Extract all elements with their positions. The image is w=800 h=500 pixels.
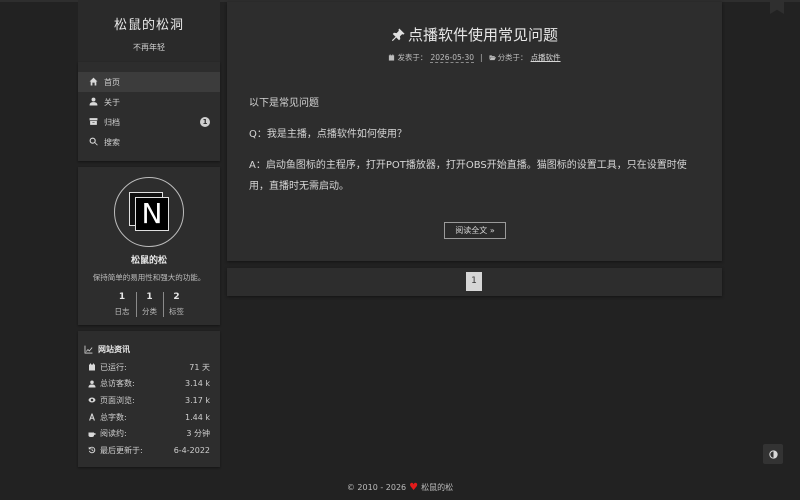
read-more-button[interactable]: 阅读全文 » bbox=[444, 222, 506, 239]
user-icon bbox=[88, 380, 96, 388]
site-info-panel: 网站资讯 已运行: 71 天 总访客数: 3.14 k 页面浏览: 3.17 k… bbox=[78, 331, 220, 467]
info-value: 3.14 k bbox=[185, 379, 210, 389]
pagination: 1 bbox=[227, 268, 722, 296]
info-row-pageviews: 页面浏览: 3.17 k bbox=[84, 392, 210, 409]
sidebar: 松鼠的松洞 不再年轻 首页 关于 归档 1 搜索 N 松鼠的松 保持简单的易用性… bbox=[78, 0, 220, 467]
info-label: 已运行: bbox=[100, 362, 127, 372]
footer-author: 松鼠的松 bbox=[421, 483, 454, 492]
info-value: 71 天 bbox=[189, 362, 210, 372]
heart-icon: ♥ bbox=[409, 482, 419, 493]
site-subtitle: 不再年轻 bbox=[133, 43, 165, 52]
info-label: 页面浏览: bbox=[100, 395, 135, 405]
coffee-icon bbox=[88, 432, 96, 437]
archive-icon bbox=[89, 117, 99, 127]
info-value: 3 分钟 bbox=[186, 429, 210, 439]
search-icon bbox=[89, 137, 99, 147]
home-icon bbox=[89, 77, 99, 87]
menu-item-label: 归档 bbox=[104, 117, 120, 127]
calendar-icon bbox=[389, 54, 395, 61]
post-paragraph: A：启动鱼图标的主程序，打开POT播放器，打开OBS开始直播。猫图标的设置工具，… bbox=[249, 160, 687, 192]
stat-label: 分类 bbox=[142, 307, 157, 316]
post-title[interactable]: 点播软件使用常见问题 bbox=[408, 24, 558, 45]
info-label: 最后更新于: bbox=[100, 445, 143, 455]
post-paragraph: Q：我是主播，点播软件如何使用？ bbox=[249, 129, 407, 140]
post-excerpt: 以下是常见问题 Q：我是主播，点播软件如何使用？ A：启动鱼图标的主程序，打开P… bbox=[227, 93, 722, 197]
menu-item-label: 搜索 bbox=[104, 137, 120, 147]
site-brand: 松鼠的松洞 不再年轻 bbox=[78, 0, 220, 62]
stat-count: 1 bbox=[118, 292, 126, 302]
site-info-title-text: 网站资讯 bbox=[98, 345, 130, 354]
main-menu: 首页 关于 归档 1 搜索 bbox=[78, 62, 220, 161]
stat-count: 2 bbox=[173, 292, 180, 302]
dark-mode-toggle[interactable] bbox=[763, 444, 783, 464]
half-circle-icon bbox=[768, 449, 778, 459]
info-label: 总访客数: bbox=[100, 379, 135, 389]
site-info-title: 网站资讯 bbox=[84, 344, 210, 355]
eye-icon bbox=[88, 397, 96, 403]
info-label: 总字数: bbox=[100, 412, 127, 422]
menu-item-archive[interactable]: 归档 1 bbox=[78, 112, 220, 132]
published-label: 发表于： bbox=[397, 53, 428, 62]
avatar-letter: N bbox=[135, 197, 169, 231]
menu-item-label: 关于 bbox=[104, 97, 120, 107]
menu-item-label: 首页 bbox=[104, 77, 120, 87]
author-name: 松鼠的松 bbox=[130, 256, 167, 266]
footer-copyright: © 2010 - 2026 bbox=[346, 483, 407, 492]
footer: © 2010 - 2026 ♥ 松鼠的松 bbox=[0, 482, 800, 493]
archive-count-badge: 1 bbox=[200, 117, 210, 127]
info-value: 6-4-2022 bbox=[173, 445, 210, 455]
stat-tags[interactable]: 2 标签 bbox=[162, 292, 190, 317]
user-icon bbox=[89, 97, 99, 107]
author-stats: 1 日志 1 分类 2 标签 bbox=[78, 292, 220, 317]
thumbtack-icon bbox=[391, 27, 405, 41]
history-icon bbox=[88, 447, 96, 454]
info-row-uptime: 已运行: 71 天 bbox=[84, 359, 210, 376]
category-label: 分类于： bbox=[497, 53, 528, 62]
info-row-lastupdate: 最后更新于: 6-4-2022 bbox=[84, 442, 210, 459]
stat-count: 1 bbox=[146, 292, 153, 302]
post-paragraph: 以下是常见问题 bbox=[249, 98, 319, 109]
stat-posts[interactable]: 1 日志 bbox=[109, 292, 136, 317]
avatar: N bbox=[114, 177, 184, 247]
folder-open-icon bbox=[489, 55, 496, 61]
github-corner-icon[interactable] bbox=[770, 0, 784, 14]
meta-separator: | bbox=[480, 53, 483, 62]
line-chart-icon bbox=[84, 345, 93, 354]
stat-label: 标签 bbox=[169, 307, 184, 316]
post-meta: 发表于： 2026-05-30 | 分类于： 点播软件 bbox=[227, 52, 722, 63]
author-profile: N 松鼠的松 保持简单的易用性和强大的功能。 1 日志 1 分类 2 标签 bbox=[78, 167, 220, 325]
info-value: 3.17 k bbox=[185, 395, 210, 405]
calendar-icon bbox=[89, 363, 95, 371]
info-row-wordcount: 总字数: 1.44 k bbox=[84, 409, 210, 426]
post-date: 2026-05-30 bbox=[430, 52, 475, 63]
post-title-row: 点播软件使用常见问题 bbox=[227, 24, 722, 45]
site-title[interactable]: 松鼠的松洞 bbox=[78, 14, 220, 33]
info-value: 1.44 k bbox=[185, 412, 210, 422]
font-icon bbox=[89, 413, 95, 421]
author-description: 保持简单的易用性和强大的功能。 bbox=[92, 273, 206, 282]
info-row-visitors: 总访客数: 3.14 k bbox=[84, 376, 210, 393]
post-card: 点播软件使用常见问题 发表于： 2026-05-30 | 分类于： 点播软件 以… bbox=[227, 2, 722, 261]
post-category-link[interactable]: 点播软件 bbox=[531, 52, 561, 63]
stat-label: 日志 bbox=[114, 307, 130, 316]
info-row-readtime: 阅读约: 3 分钟 bbox=[84, 425, 210, 442]
stat-categories[interactable]: 1 分类 bbox=[135, 292, 163, 317]
menu-item-home[interactable]: 首页 bbox=[78, 72, 220, 92]
menu-item-about[interactable]: 关于 bbox=[78, 92, 220, 112]
info-label: 阅读约: bbox=[100, 429, 127, 439]
page-current[interactable]: 1 bbox=[466, 272, 482, 291]
menu-item-search[interactable]: 搜索 bbox=[78, 132, 220, 152]
